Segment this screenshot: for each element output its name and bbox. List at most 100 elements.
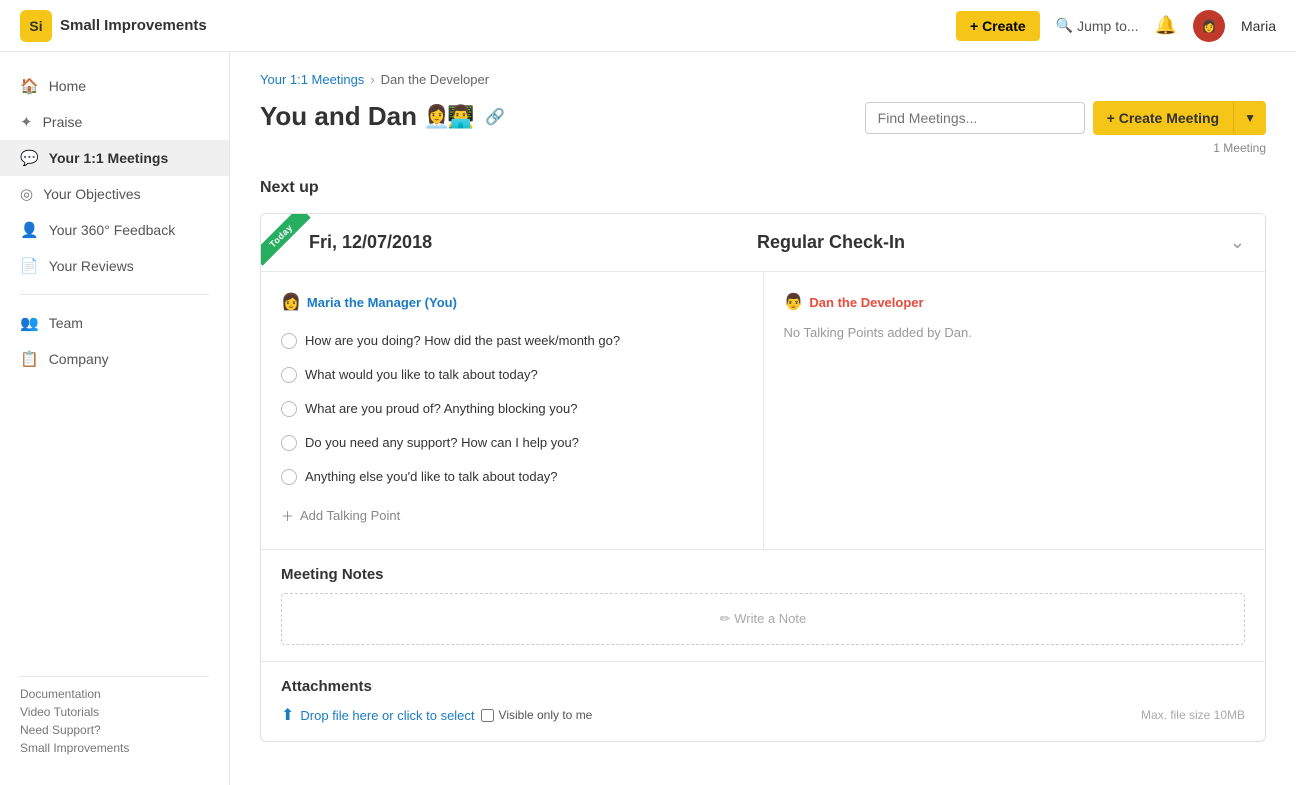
developer-col-name: Dan the Developer bbox=[809, 295, 923, 310]
page-title-area: You and Dan 👩‍💼 👨‍💻 🔗 bbox=[260, 101, 505, 132]
meeting-card: Today Fri, 12/07/2018 Regular Check-In ⌄… bbox=[260, 213, 1266, 742]
tp-edit-2[interactable]: ✏ bbox=[697, 366, 709, 383]
tp-text-3: What are you proud of? Anything blocking… bbox=[305, 401, 689, 416]
home-icon: 🏠 bbox=[20, 77, 39, 95]
tp-edit-5[interactable]: ✏ bbox=[697, 468, 709, 485]
breadcrumb-parent-link[interactable]: Your 1:1 Meetings bbox=[260, 72, 364, 87]
footer-link-support[interactable]: Need Support? bbox=[20, 723, 209, 737]
footer-link-docs[interactable]: Documentation bbox=[20, 687, 209, 701]
sidebar-item-meetings[interactable]: 💬 Your 1:1 Meetings bbox=[0, 140, 229, 176]
tp-drag-4[interactable]: ⋮⋮ bbox=[715, 434, 743, 451]
sidebar-item-team[interactable]: 👥 Team bbox=[0, 305, 229, 341]
drop-file-area: ⬆ Drop file here or click to select Visi… bbox=[281, 705, 592, 725]
talking-point: How are you doing? How did the past week… bbox=[281, 324, 743, 358]
find-meetings-input[interactable] bbox=[865, 102, 1085, 134]
permalink-icon[interactable]: 🔗 bbox=[485, 107, 505, 127]
write-note-placeholder: ✏ Write a Note bbox=[720, 611, 807, 627]
create-label: + Create bbox=[970, 18, 1026, 34]
footer-link-videos[interactable]: Video Tutorials bbox=[20, 705, 209, 719]
notifications-bell-icon[interactable]: 🔔 bbox=[1155, 15, 1177, 36]
manager-col-header[interactable]: 👩 Maria the Manager (You) bbox=[281, 292, 743, 312]
create-meeting-label: + Create Meeting bbox=[1093, 101, 1233, 135]
sidebar-separator bbox=[20, 294, 209, 295]
tp-text-5: Anything else you'd like to talk about t… bbox=[305, 469, 689, 484]
page-title: You and Dan bbox=[260, 101, 417, 132]
sidebar-item-praise[interactable]: ✦ Praise bbox=[0, 104, 229, 140]
tp-drag-1[interactable]: ⋮⋮ bbox=[715, 332, 743, 349]
meeting-count: 1 Meeting bbox=[1213, 141, 1266, 155]
add-point-plus-icon: ＋ bbox=[281, 506, 294, 525]
visible-only-checkbox[interactable] bbox=[481, 709, 494, 722]
create-meeting-button[interactable]: + Create Meeting ▼ bbox=[1093, 101, 1266, 135]
jump-to-button[interactable]: 🔍 Jump to... bbox=[1056, 17, 1139, 34]
tp-drag-2[interactable]: ⋮⋮ bbox=[715, 366, 743, 383]
sidebar-item-home-label: Home bbox=[49, 78, 86, 94]
today-ribbon: Today bbox=[261, 214, 321, 274]
footer-link-brand[interactable]: Small Improvements bbox=[20, 741, 209, 755]
tp-text-1: How are you doing? How did the past week… bbox=[305, 333, 689, 348]
global-create-button[interactable]: + Create bbox=[956, 11, 1040, 41]
sidebar-item-feedback[interactable]: 👤 Your 360° Feedback bbox=[0, 212, 229, 248]
drop-file-link[interactable]: Drop file here or click to select bbox=[300, 708, 474, 723]
meeting-collapse-icon[interactable]: ⌄ bbox=[1230, 232, 1245, 253]
developer-col-header[interactable]: 👨 Dan the Developer bbox=[784, 292, 1246, 312]
topnav-left: Si Small Improvements bbox=[20, 10, 207, 42]
attachments-drop-area: ⬆ Drop file here or click to select Visi… bbox=[281, 705, 1245, 725]
manager-talking-col: 👩 Maria the Manager (You) How are you do… bbox=[261, 272, 763, 549]
today-badge: Today bbox=[261, 214, 311, 266]
no-talking-points-text: No Talking Points added by Dan. bbox=[784, 321, 972, 344]
meeting-notes-editor[interactable]: ✏ Write a Note bbox=[281, 593, 1245, 645]
user-name: Maria bbox=[1241, 18, 1276, 34]
sidebar-item-objectives-label: Your Objectives bbox=[43, 186, 141, 202]
sidebar-item-feedback-label: Your 360° Feedback bbox=[49, 222, 176, 238]
tp-drag-5[interactable]: ⋮⋮ bbox=[715, 468, 743, 485]
talking-point: Do you need any support? How can I help … bbox=[281, 426, 743, 460]
breadcrumb: Your 1:1 Meetings › Dan the Developer bbox=[260, 72, 1266, 87]
meeting-notes-section: Meeting Notes ✏ Write a Note bbox=[261, 549, 1265, 661]
add-talking-point-button[interactable]: ＋ Add Talking Point bbox=[281, 502, 743, 529]
team-icon: 👥 bbox=[20, 314, 39, 332]
sidebar-item-company-label: Company bbox=[49, 351, 109, 367]
user-avatar-emoji: 👩 bbox=[1202, 19, 1217, 33]
tp-text-4: Do you need any support? How can I help … bbox=[305, 435, 689, 450]
tp-drag-3[interactable]: ⋮⋮ bbox=[715, 400, 743, 417]
visible-only-toggle: Visible only to me bbox=[481, 708, 593, 722]
developer-avatar-small: 👨 bbox=[784, 292, 804, 312]
sidebar: 🏠 Home ✦ Praise 💬 Your 1:1 Meetings ◎ Yo… bbox=[0, 52, 230, 785]
topnav: Si Small Improvements + Create 🔍 Jump to… bbox=[0, 0, 1296, 52]
sidebar-item-reviews[interactable]: 📄 Your Reviews bbox=[0, 248, 229, 284]
meeting-type: Regular Check-In bbox=[757, 232, 905, 253]
sidebar-group-nav: 👥 Team 📋 Company bbox=[0, 305, 229, 377]
upload-icon: ⬆ bbox=[281, 705, 294, 725]
sidebar-item-home[interactable]: 🏠 Home bbox=[0, 68, 229, 104]
main-layout: 🏠 Home ✦ Praise 💬 Your 1:1 Meetings ◎ Yo… bbox=[0, 52, 1296, 785]
app-name: Small Improvements bbox=[60, 17, 207, 34]
talking-point: What are you proud of? Anything blocking… bbox=[281, 392, 743, 426]
talking-point: What would you like to talk about today?… bbox=[281, 358, 743, 392]
attachments-title: Attachments bbox=[281, 678, 1245, 695]
tp-check-1[interactable] bbox=[281, 333, 297, 349]
create-meeting-dropdown-icon[interactable]: ▼ bbox=[1233, 102, 1266, 134]
developer-talking-col: 👨 Dan the Developer No Talking Points ad… bbox=[763, 272, 1266, 549]
tp-check-2[interactable] bbox=[281, 367, 297, 383]
tp-text-2: What would you like to talk about today? bbox=[305, 367, 689, 382]
breadcrumb-current: Dan the Developer bbox=[381, 72, 489, 87]
user-avatar[interactable]: 👩 bbox=[1193, 10, 1225, 42]
tp-edit-4[interactable]: ✏ bbox=[697, 434, 709, 451]
tp-check-4[interactable] bbox=[281, 435, 297, 451]
breadcrumb-separator: › bbox=[370, 72, 374, 87]
next-up-section-title: Next up bbox=[260, 179, 1266, 197]
sidebar-footer: Documentation Video Tutorials Need Suppo… bbox=[0, 666, 229, 769]
sidebar-item-company[interactable]: 📋 Company bbox=[0, 341, 229, 377]
tp-edit-3[interactable]: ✏ bbox=[697, 400, 709, 417]
avatar-group: 👩‍💼 👨‍💻 bbox=[427, 103, 475, 131]
tp-check-5[interactable] bbox=[281, 469, 297, 485]
meeting-body: 👩 Maria the Manager (You) How are you do… bbox=[261, 272, 1265, 741]
tp-edit-1[interactable]: ✏ bbox=[697, 332, 709, 349]
main-content: Your 1:1 Meetings › Dan the Developer Yo… bbox=[230, 52, 1296, 785]
search-icon: 🔍 bbox=[1056, 17, 1073, 34]
talking-point: Anything else you'd like to talk about t… bbox=[281, 460, 743, 494]
sidebar-item-reviews-label: Your Reviews bbox=[49, 258, 134, 274]
tp-check-3[interactable] bbox=[281, 401, 297, 417]
sidebar-item-objectives[interactable]: ◎ Your Objectives bbox=[0, 176, 229, 212]
